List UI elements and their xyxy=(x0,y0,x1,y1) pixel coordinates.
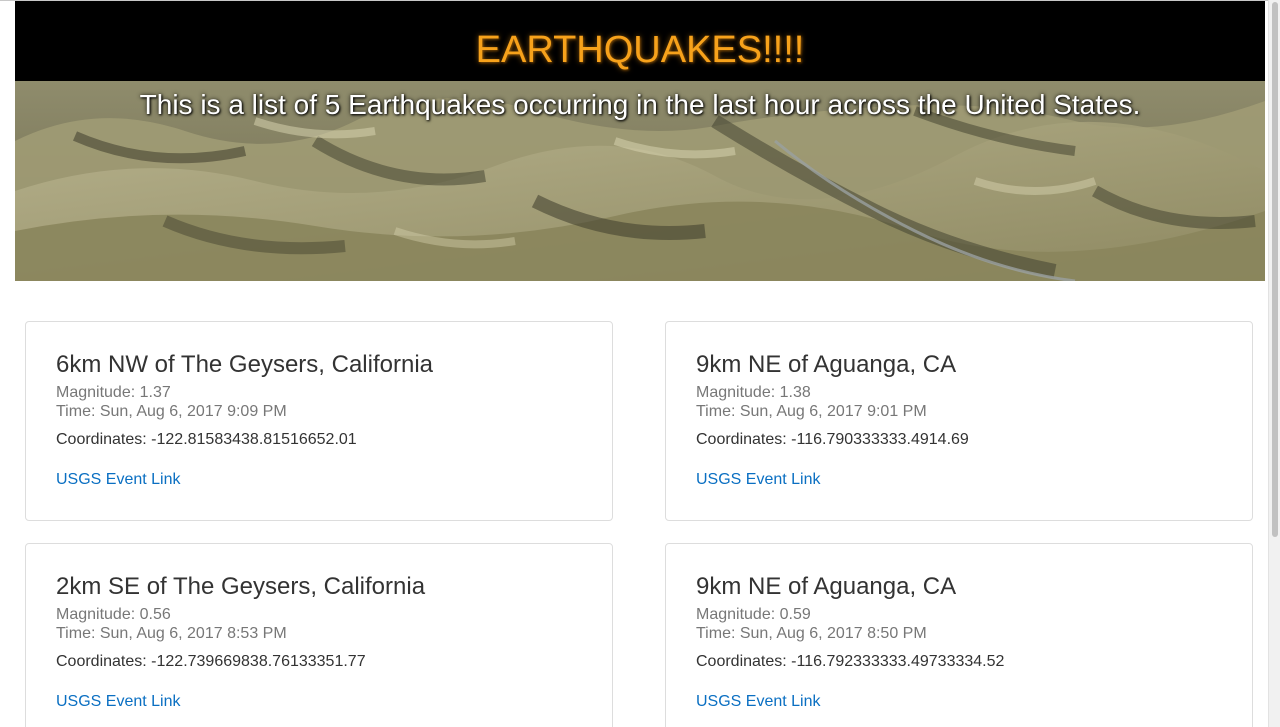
page: EARTHQUAKES!!!! This is a list of 5 Eart… xyxy=(0,0,1280,727)
quake-coordinates: Coordinates: -122.81583438.81516652.01 xyxy=(56,431,357,448)
quake-place: 2km SE of The Geysers, California xyxy=(56,573,426,600)
quake-time: Time: Sun, Aug 6, 2017 8:50 PM xyxy=(696,625,927,642)
earthquake-card: 6km NW of The Geysers, California Magnit… xyxy=(25,321,613,521)
quake-time: Time: Sun, Aug 6, 2017 9:01 PM xyxy=(696,403,927,420)
quake-coordinates: Coordinates: -122.739669838.76133351.77 xyxy=(56,653,366,670)
quake-coordinates: Coordinates: -116.792333333.49733334.52 xyxy=(696,653,1005,670)
usgs-event-link[interactable]: USGS Event Link xyxy=(696,692,821,711)
quake-magnitude: Magnitude: 1.37 xyxy=(56,384,171,401)
earthquake-card: 2km SE of The Geysers, California Magnit… xyxy=(25,543,613,727)
usgs-event-link[interactable]: USGS Event Link xyxy=(56,692,181,711)
quake-place: 9km NE of Aguanga, CA xyxy=(696,573,957,600)
quake-place: 9km NE of Aguanga, CA xyxy=(696,351,957,378)
usgs-event-link[interactable]: USGS Event Link xyxy=(696,470,821,489)
quake-time: Time: Sun, Aug 6, 2017 9:09 PM xyxy=(56,403,287,420)
usgs-event-link[interactable]: USGS Event Link xyxy=(56,470,181,489)
earthquake-list: 6km NW of The Geysers, California Magnit… xyxy=(0,0,1280,727)
earthquake-card: 9km NE of Aguanga, CA Magnitude: 1.38 Ti… xyxy=(665,321,1253,521)
quake-place: 6km NW of The Geysers, California xyxy=(56,351,434,378)
quake-time: Time: Sun, Aug 6, 2017 8:53 PM xyxy=(56,625,287,642)
quake-magnitude: Magnitude: 0.59 xyxy=(696,606,811,623)
vertical-scrollbar[interactable] xyxy=(1268,0,1280,727)
quake-coordinates: Coordinates: -116.790333333.4914.69 xyxy=(696,431,969,448)
scrollbar-thumb[interactable] xyxy=(1272,2,1278,537)
quake-magnitude: Magnitude: 0.56 xyxy=(56,606,171,623)
earthquake-card: 9km NE of Aguanga, CA Magnitude: 0.59 Ti… xyxy=(665,543,1253,727)
quake-magnitude: Magnitude: 1.38 xyxy=(696,384,811,401)
